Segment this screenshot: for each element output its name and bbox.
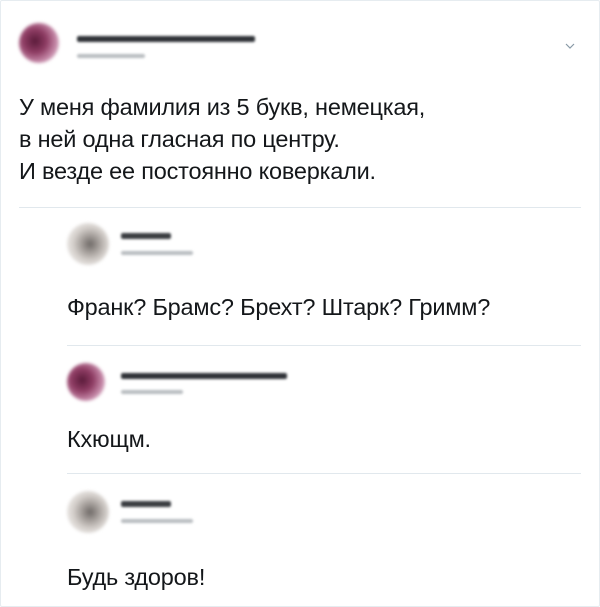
avatar[interactable] (67, 491, 109, 533)
author-name-blurred[interactable] (121, 373, 287, 379)
author-handle-blurred (121, 390, 183, 394)
reply-text: Франк? Брамс? Брехт? Штарк? Гримм? (67, 294, 491, 320)
avatar[interactable] (67, 223, 109, 265)
author-name-blurred[interactable] (77, 36, 255, 42)
tweet-text: У меня фамилия из 5 букв, немецкая, в не… (19, 94, 426, 184)
divider (19, 207, 581, 208)
reply-text: Будь здоров! (67, 564, 206, 590)
chevron-down-icon[interactable] (565, 41, 575, 51)
author-name-blurred[interactable] (121, 233, 171, 239)
tweet-card: У меня фамилия из 5 букв, немецкая, в не… (0, 0, 600, 607)
author-handle-blurred (77, 54, 145, 58)
author-handle-blurred (121, 251, 193, 255)
divider (67, 345, 581, 346)
author-name-blurred[interactable] (121, 501, 171, 507)
avatar[interactable] (67, 363, 105, 401)
author-handle-blurred (121, 519, 193, 523)
avatar[interactable] (19, 23, 59, 63)
reply-text: Кхющм. (67, 426, 151, 452)
divider (67, 473, 581, 474)
